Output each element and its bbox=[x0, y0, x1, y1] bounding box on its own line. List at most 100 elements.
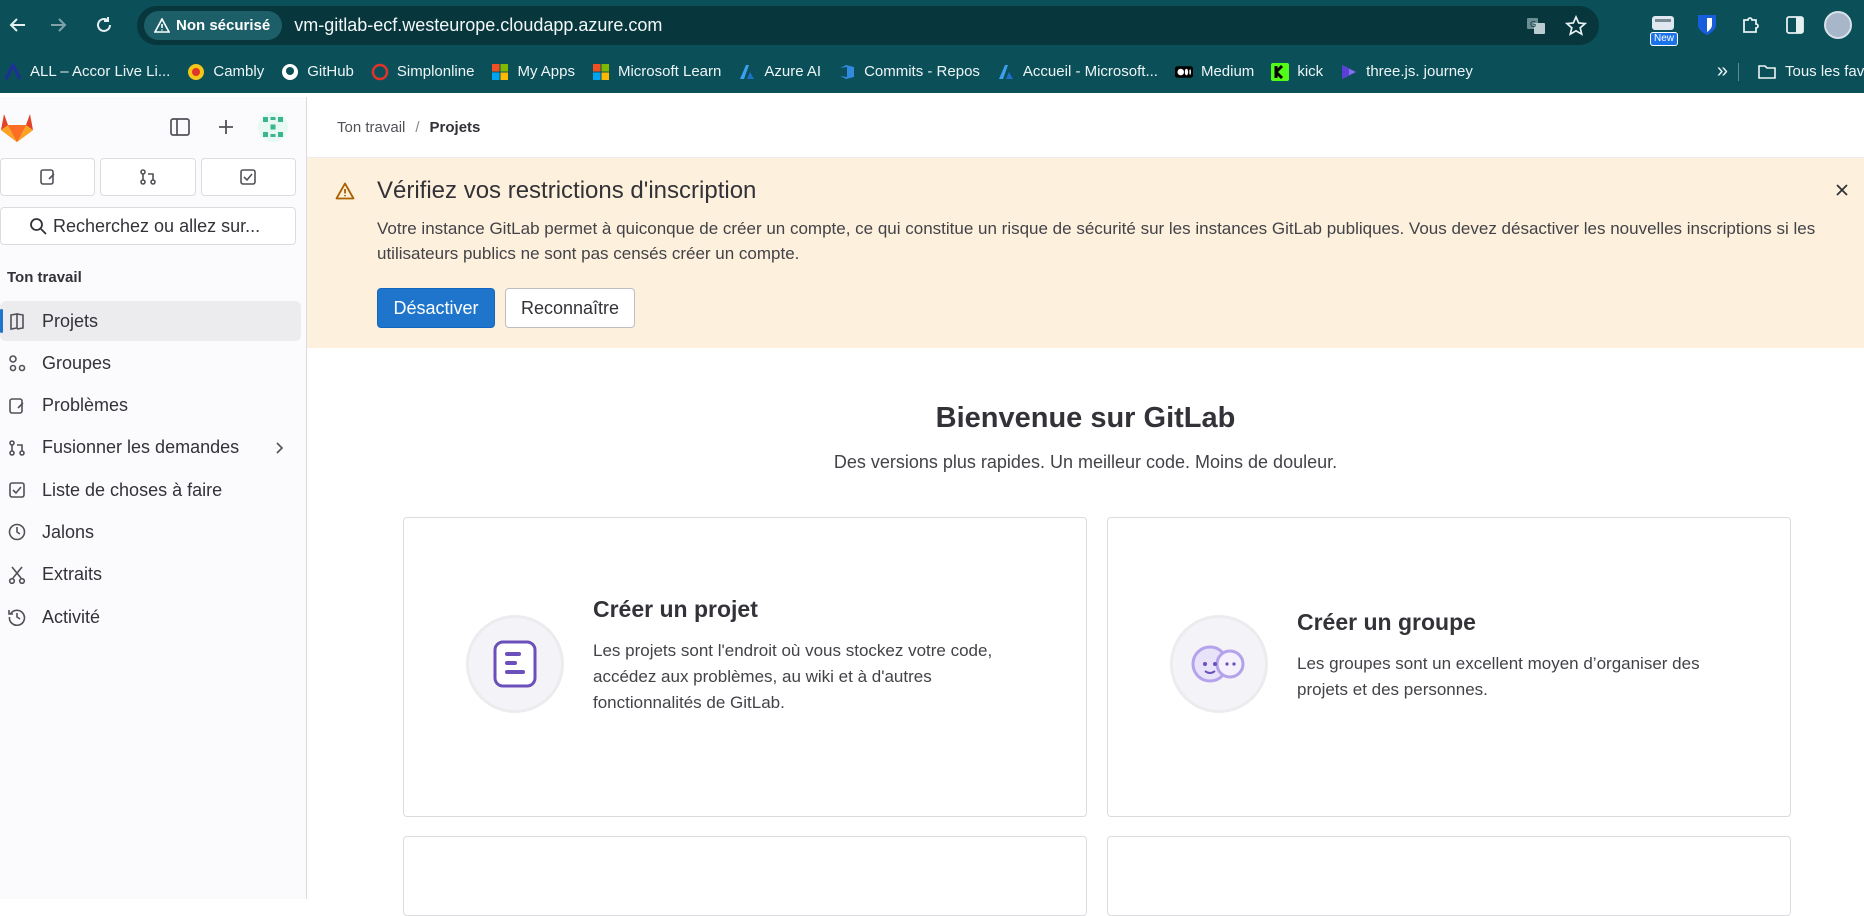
acknowledge-button[interactable]: Reconnaître bbox=[505, 288, 635, 328]
group-illustration-icon bbox=[1170, 615, 1268, 713]
issues-icon bbox=[9, 397, 24, 414]
plus-icon bbox=[219, 120, 233, 134]
arrow-right-icon bbox=[51, 18, 67, 32]
todo-icon bbox=[240, 169, 257, 185]
user-avatar[interactable] bbox=[258, 112, 288, 142]
assigned-issues-button[interactable] bbox=[0, 158, 96, 196]
bookmark-item[interactable]: Cambly bbox=[187, 63, 264, 81]
sidebar-item-snippets[interactable]: Extraits bbox=[0, 555, 301, 595]
warning-icon bbox=[335, 182, 355, 200]
sidebar-toggle-icon bbox=[170, 118, 190, 136]
create-project-card[interactable]: Créer un projet Les projets sont l'endro… bbox=[403, 517, 1087, 817]
snippet-icon bbox=[8, 566, 26, 584]
breadcrumb-current[interactable]: Projets bbox=[430, 119, 481, 136]
security-chip[interactable]: Non sécurisé bbox=[144, 11, 283, 40]
card-placeholder[interactable] bbox=[403, 836, 1087, 916]
profile-avatar[interactable] bbox=[1824, 11, 1852, 39]
bookmark-item[interactable]: Simplonline bbox=[371, 63, 474, 81]
sidebar-header bbox=[0, 97, 306, 155]
todo-icon bbox=[9, 482, 25, 498]
signup-restrictions-alert: Vérifiez vos restrictions d'inscription … bbox=[307, 158, 1864, 348]
sidebar-item-label: Projets bbox=[42, 310, 99, 331]
create-group-card[interactable]: Créer un groupe Les groupes sont un exce… bbox=[1107, 517, 1791, 817]
history-icon bbox=[8, 609, 26, 627]
sidebar-item-milestones[interactable]: Jalons bbox=[0, 512, 301, 552]
alert-body: Votre instance GitLab permet à quiconque… bbox=[377, 219, 1816, 263]
back-button[interactable] bbox=[0, 7, 36, 43]
merge-request-icon bbox=[9, 440, 25, 456]
arrow-left-icon bbox=[9, 18, 25, 32]
breadcrumb-separator: / bbox=[415, 118, 420, 136]
welcome-subtitle: Des versions plus rapides. Un meilleur c… bbox=[833, 452, 1338, 472]
warning-icon bbox=[154, 18, 170, 33]
sidebar-item-todos[interactable]: Liste de choses à faire bbox=[0, 470, 301, 510]
forward-button[interactable] bbox=[40, 7, 76, 43]
more-bookmarks-chevron-icon[interactable]: » bbox=[1717, 60, 1728, 83]
azure-devops-icon bbox=[840, 64, 855, 79]
cambly-icon bbox=[188, 63, 205, 80]
sidebar-item-groups[interactable]: Groupes bbox=[0, 343, 301, 383]
sidebar-item-label: Liste de choses à faire bbox=[42, 479, 223, 500]
bookmark-item[interactable]: ALL – Accor Live Li... bbox=[4, 62, 170, 81]
search-placeholder: Recherchez ou allez sur... bbox=[53, 215, 261, 236]
collapse-sidebar-button[interactable] bbox=[166, 113, 194, 141]
deactivate-button[interactable]: Désactiver bbox=[377, 288, 495, 328]
side-panel-button[interactable] bbox=[1780, 10, 1810, 40]
bookmarks-divider bbox=[1738, 63, 1739, 81]
merge-requests-button[interactable] bbox=[100, 158, 196, 196]
sidebar-item-label: Groupes bbox=[42, 352, 112, 373]
main-content: Ton travail / Projets Vérifiez vos restr… bbox=[307, 97, 1864, 916]
bookmark-item[interactable]: Microsoft Learn bbox=[592, 63, 721, 81]
search-input[interactable]: Recherchez ou allez sur... bbox=[0, 207, 296, 245]
milestone-icon bbox=[8, 524, 26, 541]
bookmark-item[interactable]: three.js. journey bbox=[1340, 63, 1473, 81]
alert-title: Vérifiez vos restrictions d'inscription bbox=[377, 177, 757, 204]
project-illustration-icon bbox=[466, 615, 564, 713]
sidebar-item-projects[interactable]: Projets bbox=[0, 301, 301, 341]
issues-icon bbox=[39, 169, 55, 185]
sidebar-item-label: Activité bbox=[42, 606, 101, 627]
folder-icon bbox=[1758, 64, 1776, 79]
url-text[interactable]: vm-gitlab-ecf.westeurope.cloudapp.azure.… bbox=[294, 15, 662, 36]
bitwarden-button[interactable] bbox=[1692, 10, 1722, 40]
simplon-icon bbox=[371, 63, 389, 80]
breadcrumb-parent[interactable]: Ton travail bbox=[337, 119, 405, 136]
bookmark-item[interactable]: Medium bbox=[1174, 63, 1254, 81]
sidebar-item-issues[interactable]: Problèmes bbox=[0, 386, 301, 426]
sidebar-count-buttons bbox=[0, 158, 296, 198]
all-bookmarks-folder[interactable]: Tous les favoris bbox=[1757, 50, 1864, 93]
bookmark-item[interactable]: Accueil - Microsoft... bbox=[997, 63, 1158, 81]
sidebar-item-merge-requests[interactable]: Fusionner les demandes bbox=[0, 428, 301, 468]
new-badge: New bbox=[1650, 32, 1679, 46]
card-description: Les projets sont l'endroit où vous stock… bbox=[593, 641, 993, 712]
bookmark-star-icon[interactable] bbox=[1565, 14, 1587, 37]
shield-icon bbox=[1698, 15, 1716, 35]
card-placeholder[interactable] bbox=[1107, 836, 1791, 916]
azure-icon bbox=[998, 64, 1013, 79]
sidebar-item-label: Fusionner les demandes bbox=[42, 437, 240, 458]
sidebar-item-activity[interactable]: Activité bbox=[0, 597, 301, 637]
extension-new-button[interactable]: New bbox=[1648, 10, 1679, 46]
reload-button[interactable] bbox=[86, 7, 122, 43]
bookmark-item[interactable]: Commits - Repos bbox=[838, 63, 980, 81]
github-icon bbox=[282, 63, 299, 80]
extensions-button[interactable] bbox=[1736, 10, 1766, 40]
identicon-icon bbox=[263, 117, 283, 137]
close-alert-button[interactable] bbox=[1828, 176, 1856, 204]
card-title: Créer un groupe bbox=[1297, 609, 1476, 635]
reload-icon bbox=[97, 17, 111, 32]
chevron-right-icon[interactable] bbox=[271, 439, 287, 457]
bookmark-item[interactable]: My Apps bbox=[491, 63, 575, 81]
threejs-icon bbox=[1342, 64, 1357, 79]
bookmark-item[interactable]: kick bbox=[1271, 62, 1323, 81]
card-description: Les groupes sont un excellent moyen d’or… bbox=[1297, 654, 1700, 699]
translate-icon[interactable]: G bbox=[1525, 15, 1547, 37]
address-bar[interactable]: Non sécurisé vm-gitlab-ecf.westeurope.cl… bbox=[137, 6, 1599, 45]
sidebar-section-title: Ton travail bbox=[7, 269, 82, 286]
gitlab-logo-icon[interactable] bbox=[0, 111, 34, 143]
create-new-button[interactable] bbox=[212, 113, 240, 141]
bookmark-item[interactable]: GitHub bbox=[281, 63, 354, 81]
bookmark-item[interactable]: Azure AI bbox=[738, 63, 821, 81]
todos-button[interactable] bbox=[200, 158, 296, 196]
microsoft-icon bbox=[492, 63, 509, 80]
